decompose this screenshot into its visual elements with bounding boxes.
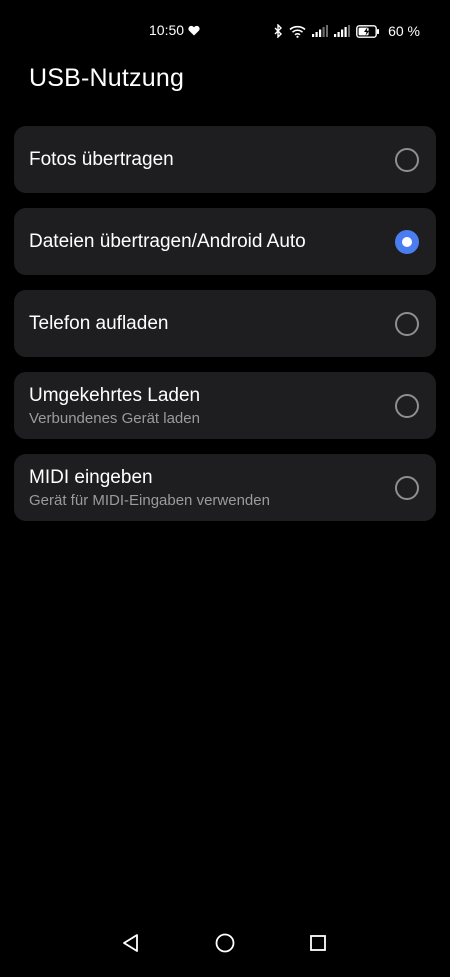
option-title: Umgekehrtes Laden	[29, 384, 201, 406]
recents-icon	[310, 935, 326, 951]
bluetooth-icon	[274, 24, 283, 38]
page-title: USB-Nutzung	[29, 64, 185, 92]
option-charge-phone[interactable]: Telefon aufladen	[14, 290, 436, 357]
home-button[interactable]	[211, 929, 239, 957]
option-midi-input[interactable]: MIDI eingeben Gerät für MIDI-Eingaben ve…	[14, 454, 436, 521]
status-time-group: 10:50	[149, 22, 200, 38]
usb-options-list: Fotos übertragen Dateien übertragen/Andr…	[14, 126, 436, 536]
option-title: MIDI eingeben	[29, 466, 153, 488]
battery-charging-icon	[356, 24, 380, 38]
back-button[interactable]	[117, 929, 145, 957]
radio-button[interactable]	[395, 311, 419, 336]
option-title: Fotos übertragen	[29, 148, 174, 170]
wifi-icon	[289, 25, 306, 38]
radio-button-selected[interactable]	[395, 229, 419, 254]
back-icon	[123, 934, 138, 952]
option-reverse-charging[interactable]: Umgekehrtes Laden Verbundenes Gerät lade…	[14, 372, 436, 439]
battery-percent: 60 %	[388, 23, 420, 39]
status-bar: 10:50 60 %	[0, 0, 450, 62]
status-time: 10:50	[149, 22, 185, 38]
radio-button[interactable]	[395, 393, 419, 418]
option-subtitle: Verbundenes Gerät laden	[29, 409, 200, 427]
option-title: Dateien übertragen/Android Auto	[29, 230, 306, 252]
radio-button[interactable]	[395, 475, 419, 500]
option-title: Telefon aufladen	[29, 312, 169, 334]
signal-icon	[312, 24, 329, 38]
option-transfer-files-android-auto[interactable]: Dateien übertragen/Android Auto	[14, 208, 436, 275]
option-transfer-photos[interactable]: Fotos übertragen	[14, 126, 436, 193]
radio-button[interactable]	[395, 147, 419, 172]
navigation-bar	[0, 917, 450, 977]
home-icon	[215, 933, 235, 953]
recents-button[interactable]	[304, 929, 332, 957]
status-icons: 60 %	[274, 21, 420, 41]
heart-icon	[188, 25, 200, 36]
signal-icon	[334, 24, 351, 38]
option-subtitle: Gerät für MIDI-Eingaben verwenden	[29, 491, 270, 509]
